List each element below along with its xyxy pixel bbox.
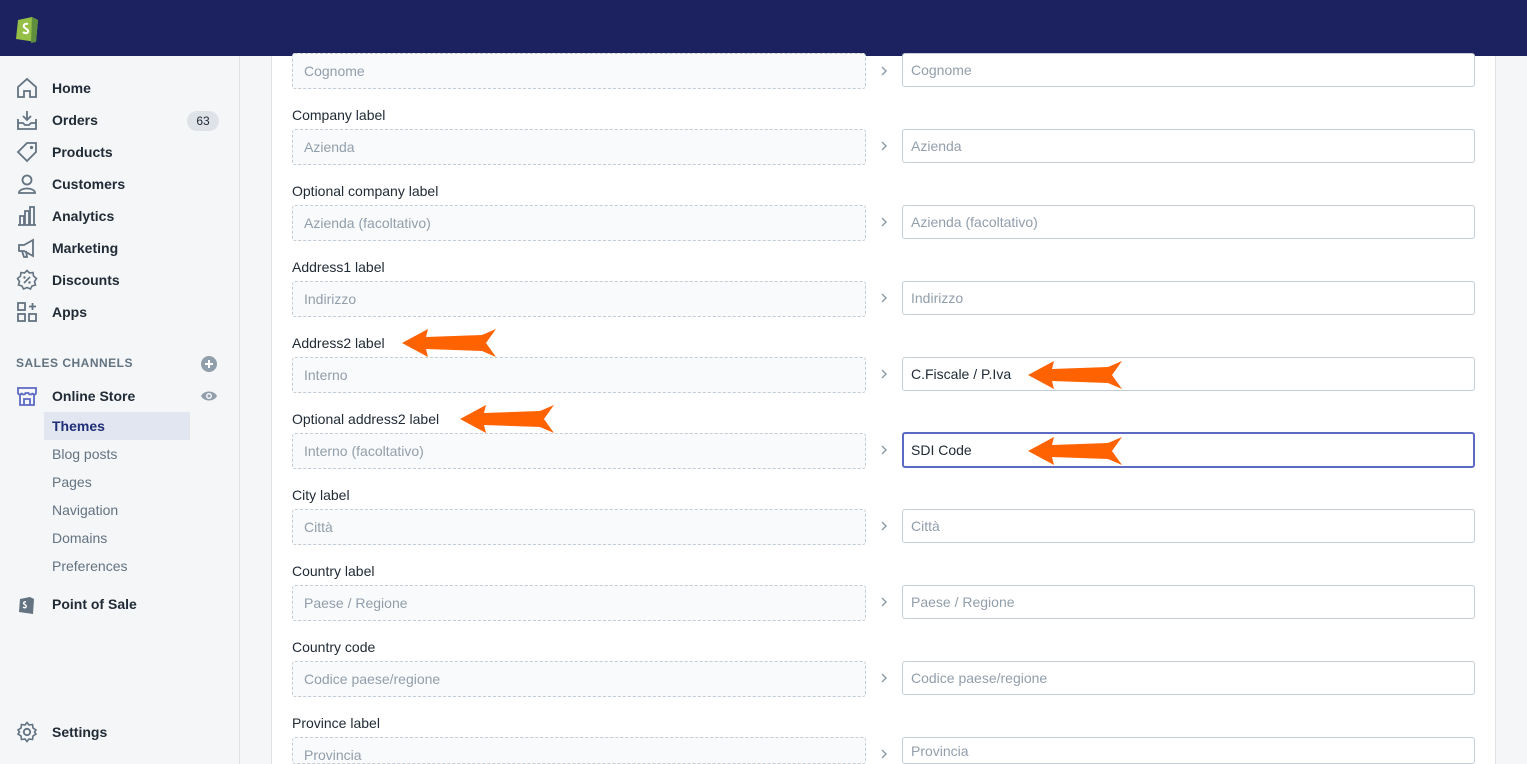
nav-analytics-label: Analytics: [52, 208, 115, 224]
bar-chart-icon: [18, 206, 36, 226]
chevron-right-icon: [881, 217, 888, 227]
default-value-country: Paese / Regione: [292, 585, 866, 621]
default-value-address1: Indirizzo: [292, 281, 866, 317]
apps-icon: [17, 302, 37, 322]
nav-online-store-label: Online Store: [52, 388, 136, 404]
shopify-logo[interactable]: [14, 12, 42, 44]
chevron-right-icon: [881, 66, 888, 76]
nav-orders[interactable]: Orders 63: [0, 104, 240, 136]
nav-customers[interactable]: Customers: [0, 168, 240, 200]
field-label-province: Province label: [292, 715, 380, 731]
translation-input-address2[interactable]: [902, 357, 1475, 391]
field-label-country-code: Country code: [292, 639, 376, 655]
shopify-bag-icon: [19, 597, 34, 614]
default-value-city: Città: [292, 509, 866, 545]
chevron-right-icon: [881, 445, 888, 455]
nav-orders-label: Orders: [52, 112, 98, 128]
sub-item-pages[interactable]: Pages: [44, 468, 190, 496]
discount-icon: [16, 269, 38, 291]
translation-input-address1[interactable]: [902, 281, 1475, 315]
translation-input-country-code[interactable]: [902, 661, 1475, 695]
chevron-right-icon: [881, 673, 888, 683]
sales-channels-title: SALES CHANNELS: [16, 356, 134, 370]
sub-item-blog-posts[interactable]: Blog posts: [44, 440, 190, 468]
default-value-country-code: Codice paese/regione: [292, 661, 866, 697]
nav-home-label: Home: [52, 80, 91, 96]
store-icon: [17, 387, 37, 406]
nav-home[interactable]: Home: [0, 72, 240, 104]
translation-input-city[interactable]: [902, 509, 1475, 543]
sub-item-domains[interactable]: Domains: [44, 524, 190, 552]
chevron-right-icon: [881, 141, 888, 151]
megaphone-icon: [18, 238, 34, 258]
field-label-optional-company: Optional company label: [292, 183, 439, 199]
field-label-address2: Address2 label: [292, 335, 385, 351]
nav-customers-label: Customers: [52, 176, 126, 192]
field-label-address1: Address1 label: [292, 259, 385, 275]
nav-settings-label: Settings: [52, 724, 108, 740]
nav-products-label: Products: [52, 144, 113, 160]
add-channel-icon[interactable]: [201, 356, 217, 372]
gear-icon: [16, 721, 38, 743]
eye-icon[interactable]: [200, 389, 218, 403]
nav-marketing-label: Marketing: [52, 240, 119, 256]
nav-marketing[interactable]: Marketing: [0, 232, 240, 264]
default-value-address2: Interno: [292, 357, 866, 393]
default-value-company: Azienda: [292, 129, 866, 165]
tag-icon: [16, 142, 37, 163]
orders-count-badge: 63: [187, 111, 219, 131]
sub-item-themes[interactable]: Themes: [44, 412, 190, 440]
translation-input-company[interactable]: [902, 129, 1475, 163]
translation-input-optional-company[interactable]: [902, 205, 1475, 239]
field-label-country: Country label: [292, 563, 375, 579]
nav-products[interactable]: Products: [0, 136, 240, 168]
top-bar: [0, 0, 1527, 56]
nav-settings[interactable]: Settings: [0, 716, 240, 748]
nav-discounts-label: Discounts: [52, 272, 120, 288]
default-value-optional-company: Azienda (facoltativo): [292, 205, 866, 241]
translation-input-lastname[interactable]: [902, 53, 1475, 87]
annotation-arrow-left-icon: [460, 405, 554, 433]
person-icon: [18, 174, 36, 194]
translation-input-optional-address2[interactable]: [902, 432, 1475, 468]
annotation-arrow-left-icon: [402, 329, 496, 357]
default-value-lastname: Cognome: [292, 53, 866, 89]
default-value-province: Provincia: [292, 737, 866, 764]
orders-icon: [17, 111, 37, 130]
nav-point-of-sale[interactable]: Point of Sale: [0, 588, 240, 620]
translation-input-province[interactable]: [902, 737, 1475, 764]
annotation-arrow-left-icon: [1028, 437, 1122, 465]
nav-discounts[interactable]: Discounts: [0, 264, 240, 296]
home-icon: [17, 77, 37, 98]
nav-apps-label: Apps: [52, 304, 87, 320]
field-label-company: Company label: [292, 107, 386, 123]
chevron-right-icon: [881, 293, 888, 303]
sub-item-navigation[interactable]: Navigation: [44, 496, 190, 524]
sub-item-preferences[interactable]: Preferences: [44, 552, 190, 580]
annotation-arrow-left-icon: [1028, 361, 1122, 389]
nav-point-of-sale-label: Point of Sale: [52, 596, 137, 612]
translation-input-country[interactable]: [902, 585, 1475, 619]
nav-analytics[interactable]: Analytics: [0, 200, 240, 232]
nav-apps[interactable]: Apps: [0, 296, 240, 328]
chevron-right-icon: [881, 369, 888, 379]
default-value-optional-address2: Interno (facoltativo): [292, 433, 866, 469]
sidebar: Home Orders 63 Products Customers Analyt…: [0, 56, 240, 764]
chevron-right-icon: [881, 597, 888, 607]
chevron-right-icon: [881, 521, 888, 531]
field-label-optional-address2: Optional address2 label: [292, 411, 440, 427]
field-label-city: City label: [292, 487, 350, 503]
chevron-right-icon: [881, 749, 888, 759]
